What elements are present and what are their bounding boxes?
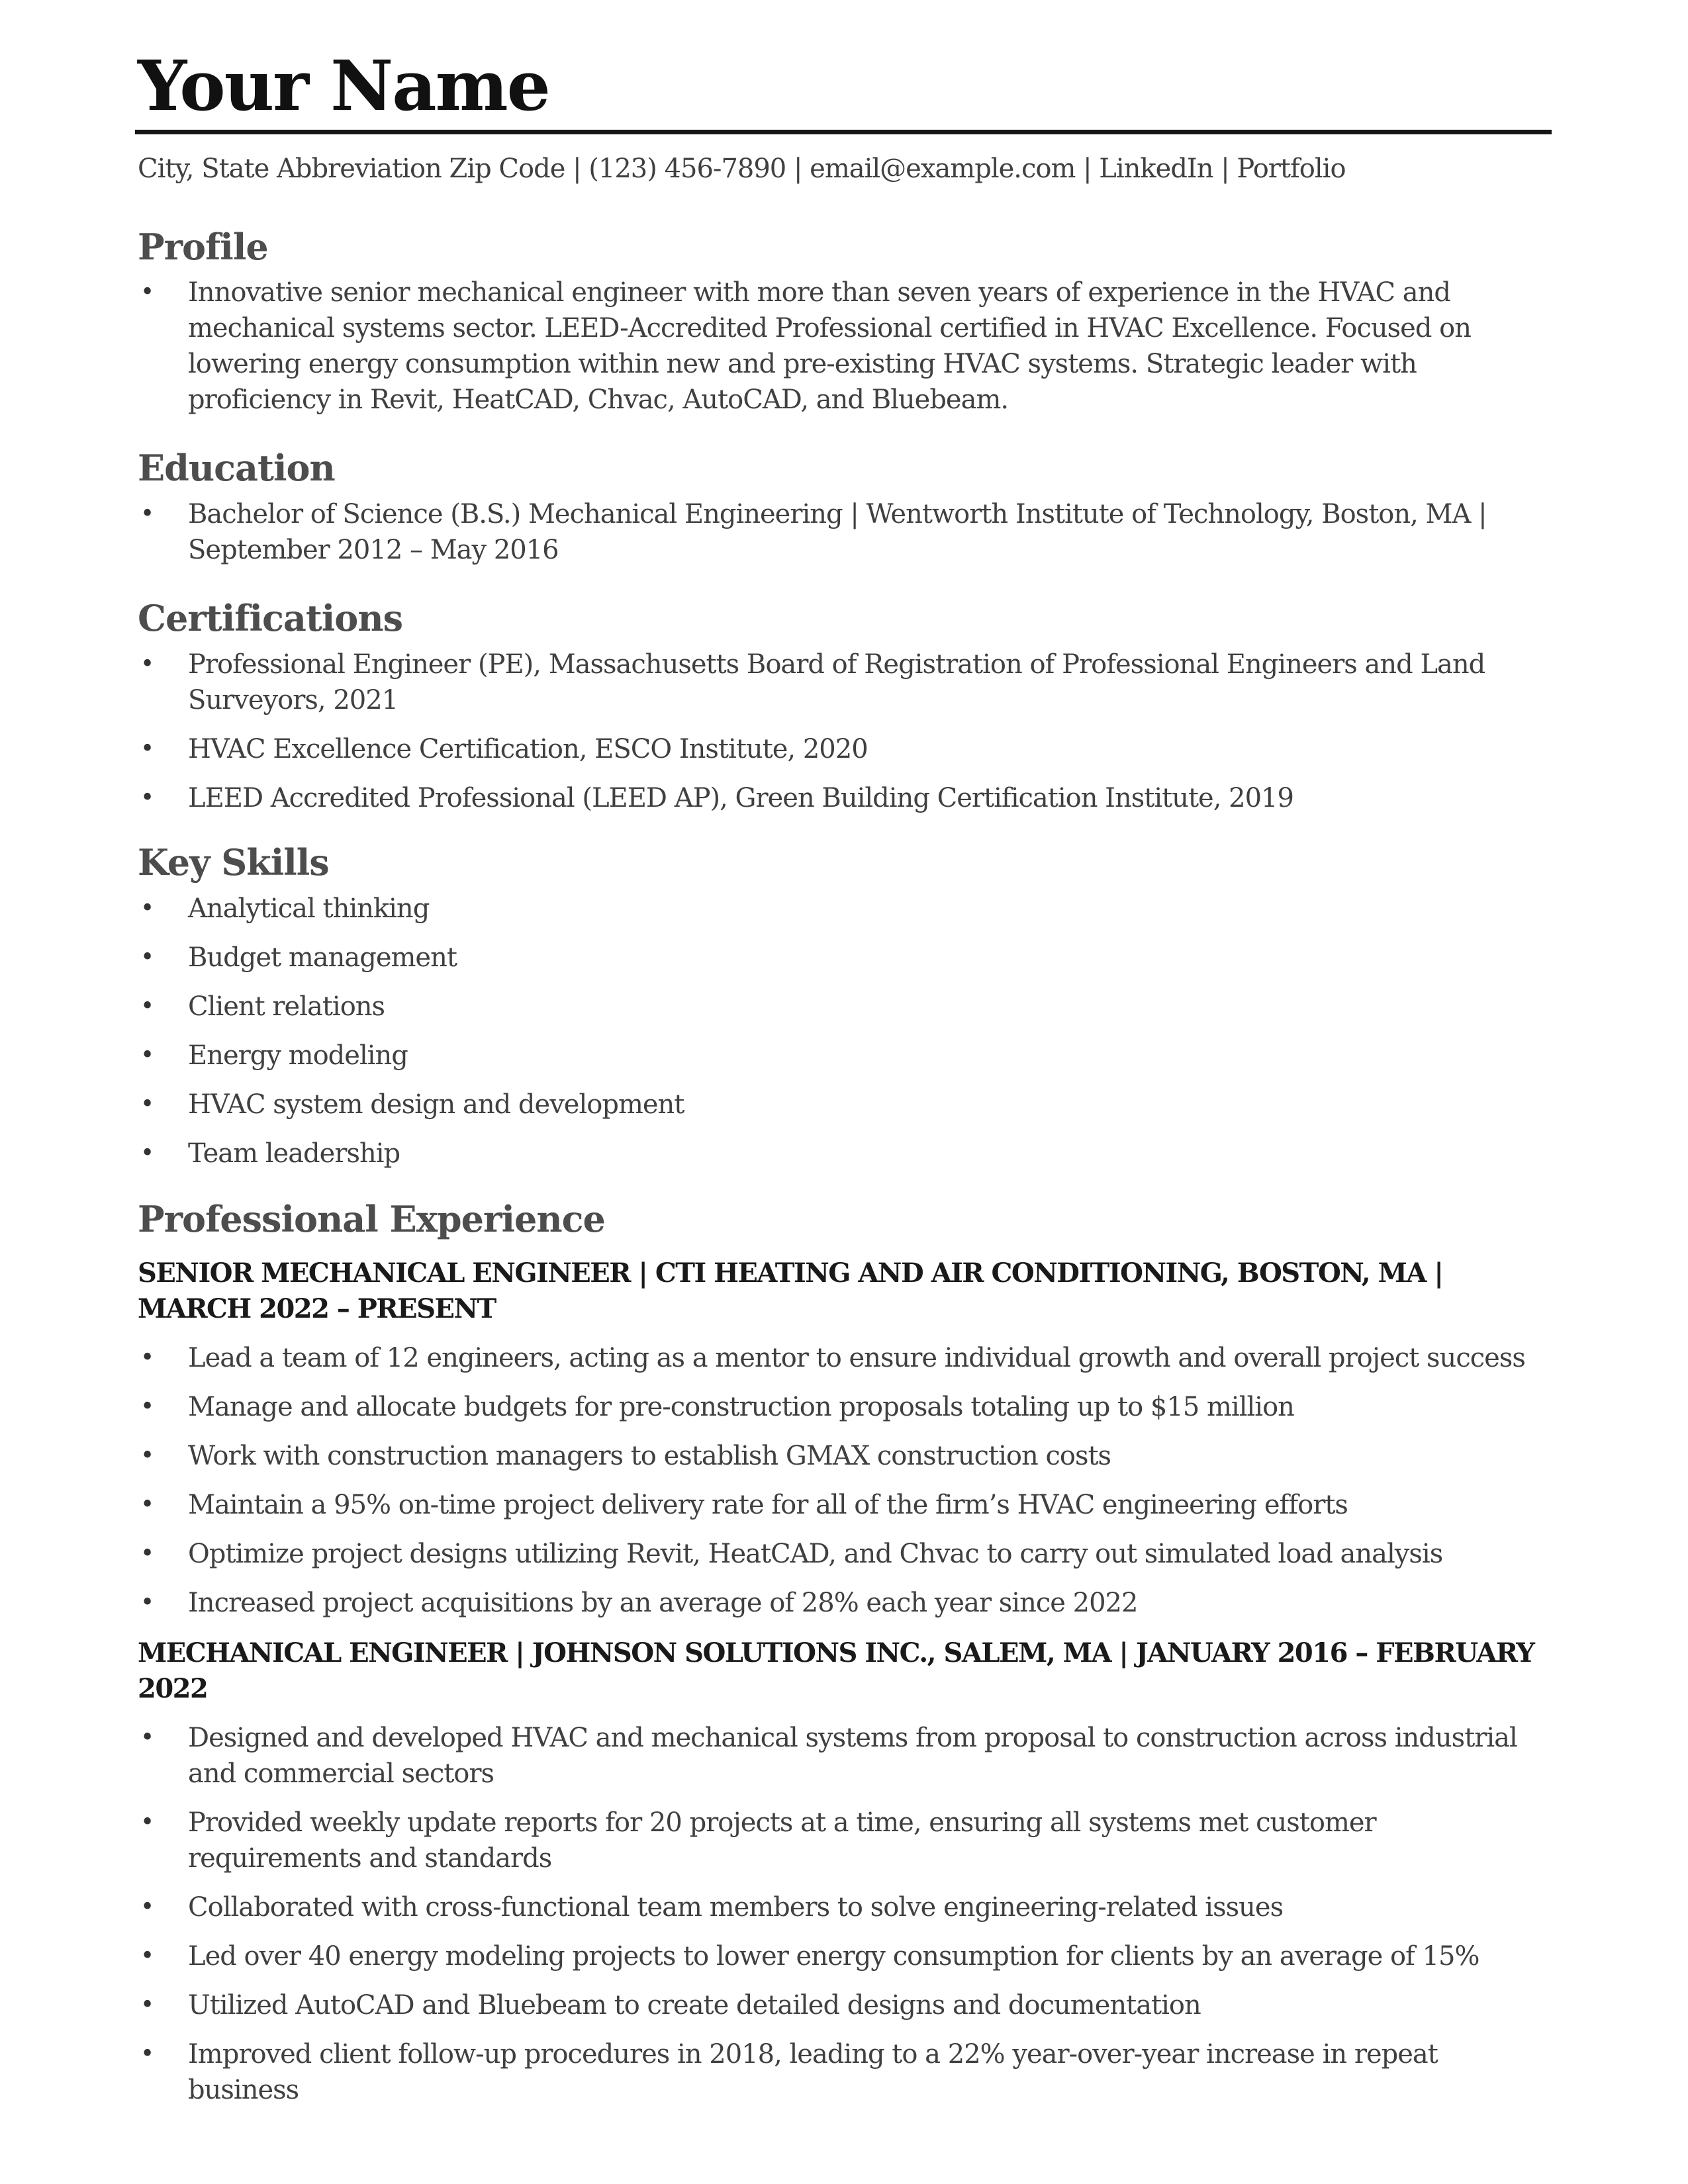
- list-item-text: Optimize project designs utilizing Revit…: [188, 1538, 1443, 1569]
- list-item: • HVAC Excellence Certification, ESCO Ins…: [138, 731, 1554, 767]
- list-item-text: Lead a team of 12 engineers, acting as a…: [188, 1342, 1526, 1373]
- candidate-name: Your Name: [138, 45, 551, 126]
- bullet-icon: •: [140, 1343, 154, 1371]
- list-item-text: Energy modeling: [188, 1040, 408, 1071]
- bullet-icon: •: [140, 735, 154, 762]
- bullet-icon: •: [140, 894, 154, 922]
- list-item: • Led over 40 energy modeling projects to…: [138, 1938, 1554, 1974]
- bullet-icon: •: [140, 784, 154, 811]
- bullet-icon: •: [140, 992, 154, 1020]
- job-responsibilities-list: • Lead a team of 12 engineers, acting as …: [138, 1340, 1554, 1621]
- job-heading: SENIOR MECHANICAL ENGINEER | CTI HEATING…: [138, 1257, 1444, 1324]
- section-title-education: Education: [138, 447, 336, 490]
- section-title-profile: Profile: [138, 225, 269, 268]
- list-item-text: Provided weekly update reports for 20 pr…: [188, 1807, 1377, 1874]
- education-list: • Bachelor of Science (B.S.) Mechanical E…: [138, 496, 1554, 568]
- bullet-icon: •: [140, 1588, 154, 1616]
- bullet-icon: •: [140, 1392, 154, 1420]
- list-item: • Energy modeling: [138, 1038, 1554, 1073]
- bullet-icon: •: [140, 1991, 154, 2019]
- list-item: • Utilized AutoCAD and Bluebeam to create…: [138, 1987, 1554, 2023]
- list-item: • Lead a team of 12 engineers, acting as …: [138, 1340, 1554, 1376]
- list-item-text: Professional Engineer (PE), Massachusett…: [188, 649, 1485, 715]
- list-item-text: Collaborated with cross-functional team …: [188, 1891, 1284, 1923]
- bullet-icon: •: [140, 1942, 154, 1970]
- bullet-icon: •: [140, 500, 154, 528]
- list-item-text: Bachelor of Science (B.S.) Mechanical En…: [188, 499, 1487, 566]
- list-item: • Collaborated with cross-functional team…: [138, 1889, 1554, 1925]
- bullet-icon: •: [140, 943, 154, 971]
- bullet-icon: •: [140, 1539, 154, 1567]
- list-item-text: LEED Accredited Professional (LEED AP), …: [188, 782, 1294, 813]
- list-item-text: Led over 40 energy modeling projects to …: [188, 1940, 1479, 1972]
- bullet-icon: •: [140, 1490, 154, 1518]
- list-item-text: Improved client follow-up procedures in …: [188, 2038, 1438, 2105]
- list-item-text: HVAC Excellence Certification, ESCO Inst…: [188, 733, 868, 764]
- list-item: • Maintain a 95% on-time project delivery…: [138, 1487, 1554, 1523]
- list-item: • HVAC system design and development: [138, 1087, 1554, 1122]
- list-item-text: Work with construction managers to estab…: [188, 1440, 1111, 1471]
- bullet-icon: •: [140, 1808, 154, 1836]
- list-item-text: Budget management: [188, 942, 457, 973]
- list-item: • LEED Accredited Professional (LEED AP),…: [138, 780, 1554, 816]
- list-item-text: Designed and developed HVAC and mechanic…: [188, 1722, 1518, 1789]
- list-item: • Analytical thinking: [138, 891, 1554, 927]
- list-item: • Budget management: [138, 940, 1554, 976]
- job-responsibilities-list: • Designed and developed HVAC and mechani…: [138, 1720, 1554, 2108]
- certifications-list: • Professional Engineer (PE), Massachuset…: [138, 647, 1554, 816]
- bullet-icon: •: [140, 1723, 154, 1751]
- list-item: • Manage and allocate budgets for pre-con…: [138, 1389, 1554, 1425]
- list-item: • Increased project acquisitions by an av…: [138, 1585, 1554, 1621]
- list-item: • Provided weekly update reports for 20 p…: [138, 1805, 1554, 1876]
- resume-page: Your Name City, State Abbreviation Zip C…: [135, 45, 1554, 2121]
- list-item: • Bachelor of Science (B.S.) Mechanical E…: [138, 496, 1554, 568]
- bullet-icon: •: [140, 650, 154, 678]
- bullet-icon: •: [140, 2040, 154, 2068]
- list-item-text: Increased project acquisitions by an ave…: [188, 1587, 1138, 1618]
- job-heading: MECHANICAL ENGINEER | JOHNSON SOLUTIONS …: [138, 1637, 1535, 1704]
- section-title-certifications: Certifications: [138, 597, 403, 640]
- section-title-skills: Key Skills: [138, 841, 330, 884]
- profile-list: • Innovative senior mechanical engineer w…: [138, 275, 1554, 418]
- list-item: • Innovative senior mechanical engineer w…: [138, 275, 1554, 418]
- list-item-text: Manage and allocate budgets for pre-cons…: [188, 1391, 1295, 1422]
- skills-list: • Analytical thinking • Budget management …: [138, 891, 1554, 1171]
- bullet-icon: •: [140, 1090, 154, 1118]
- list-item: • Designed and developed HVAC and mechani…: [138, 1720, 1554, 1792]
- list-item-text: HVAC system design and development: [188, 1089, 684, 1120]
- list-item-text: Analytical thinking: [188, 893, 430, 924]
- bullet-icon: •: [140, 1041, 154, 1069]
- list-item-text: Team leadership: [188, 1138, 400, 1169]
- bullet-icon: •: [140, 1441, 154, 1469]
- list-item: • Work with construction managers to esta…: [138, 1438, 1554, 1474]
- contact-line: City, State Abbreviation Zip Code | (123…: [138, 153, 1346, 184]
- bullet-icon: •: [140, 1139, 154, 1167]
- list-item-text: Client relations: [188, 991, 385, 1022]
- list-item: • Improved client follow-up procedures in…: [138, 2036, 1554, 2108]
- bullet-icon: •: [140, 279, 154, 306]
- section-title-experience: Professional Experience: [138, 1197, 606, 1240]
- bullet-icon: •: [140, 1893, 154, 1921]
- list-item-text: Innovative senior mechanical engineer wi…: [188, 277, 1472, 416]
- list-item: • Optimize project designs utilizing Revi…: [138, 1536, 1554, 1572]
- list-item: • Professional Engineer (PE), Massachuset…: [138, 647, 1554, 718]
- list-item: • Team leadership: [138, 1136, 1554, 1171]
- list-item: • Client relations: [138, 989, 1554, 1024]
- header-divider: [135, 129, 1552, 134]
- list-item-text: Maintain a 95% on-time project delivery …: [188, 1489, 1348, 1520]
- list-item-text: Utilized AutoCAD and Bluebeam to create …: [188, 1989, 1201, 2021]
